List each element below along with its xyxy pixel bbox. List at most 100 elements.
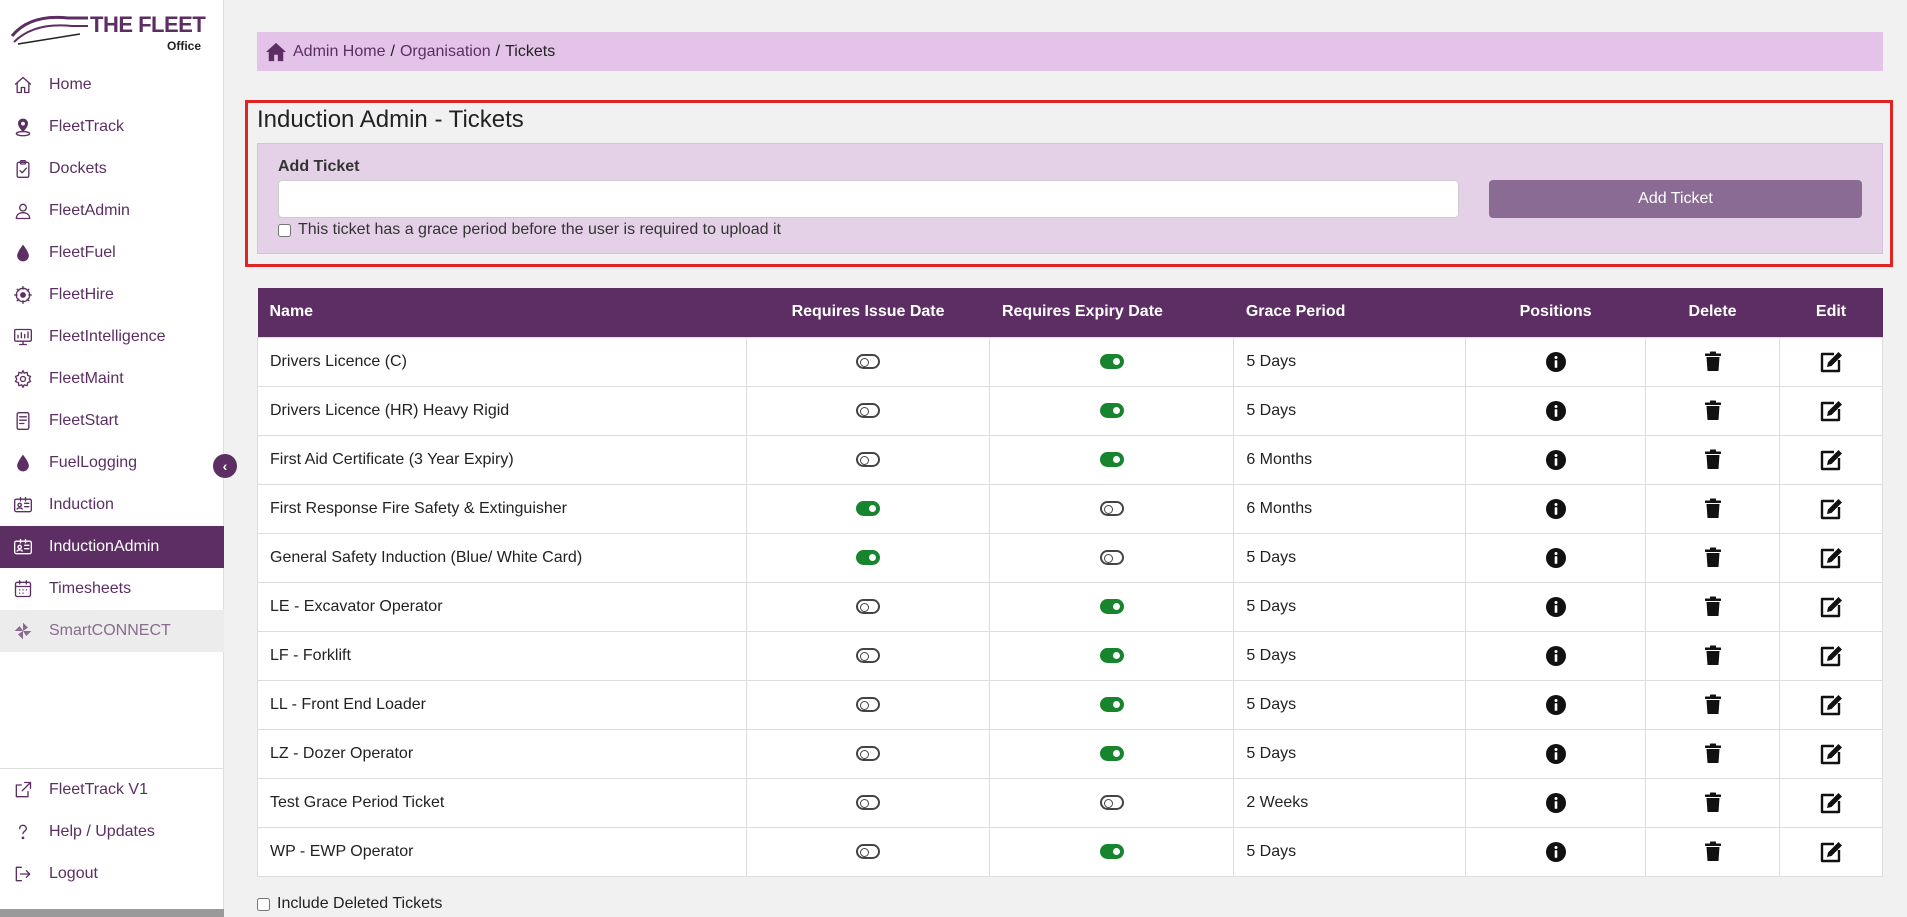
sidebar-item-fleetfuel[interactable]: FleetFuel xyxy=(0,232,224,274)
grace-period-checkbox[interactable] xyxy=(278,223,291,237)
info-icon[interactable] xyxy=(1544,791,1568,815)
edit-icon[interactable] xyxy=(1819,644,1843,668)
trash-icon[interactable] xyxy=(1701,840,1725,864)
requires-issue-date-toggle[interactable] xyxy=(856,402,881,418)
requires-issue-date-toggle[interactable] xyxy=(856,745,881,761)
delete-cell xyxy=(1645,385,1780,436)
info-icon[interactable] xyxy=(1544,742,1568,766)
trash-icon[interactable] xyxy=(1701,742,1725,766)
requires-expiry-date-toggle[interactable] xyxy=(1099,549,1124,565)
requires-expiry-date-toggle[interactable] xyxy=(1099,696,1124,712)
requires-expiry-date-toggle[interactable] xyxy=(1099,402,1124,418)
grace-period-option[interactable]: This ticket has a grace period before th… xyxy=(278,221,781,239)
sidebar-item-logout[interactable]: Logout xyxy=(0,853,224,895)
info-icon[interactable] xyxy=(1544,840,1568,864)
trash-icon[interactable] xyxy=(1701,350,1725,374)
logo[interactable]: THE FLEET Office xyxy=(10,6,210,53)
trash-icon[interactable] xyxy=(1701,791,1725,815)
include-deleted-option[interactable]: Include Deleted Tickets xyxy=(257,895,442,913)
sidebar-item-fuellogging[interactable]: FuelLogging xyxy=(0,442,224,484)
home-icon[interactable] xyxy=(265,41,287,63)
sidebar-item-induction[interactable]: Induction xyxy=(0,484,224,526)
sidebar-item-fleettrack[interactable]: FleetTrack xyxy=(0,106,224,148)
ticket-name: General Safety Induction (Blue/ White Ca… xyxy=(257,532,747,583)
header-requires-expiry-date[interactable]: Requires Expiry Date xyxy=(989,288,1234,337)
sidebar-item-smartconnect[interactable]: SmartCONNECT xyxy=(0,610,224,652)
edit-icon[interactable] xyxy=(1819,742,1843,766)
header-requires-issue-date[interactable]: Requires Issue Date xyxy=(746,288,990,337)
requires-expiry-date-toggle[interactable] xyxy=(1099,745,1124,761)
requires-issue-date-toggle[interactable] xyxy=(856,451,881,467)
add-ticket-label: Add Ticket xyxy=(278,158,360,175)
sidebar-item-help-updates[interactable]: Help / Updates xyxy=(0,811,224,853)
info-icon[interactable] xyxy=(1544,497,1568,521)
info-icon[interactable] xyxy=(1544,350,1568,374)
sidebar-item-home[interactable]: Home xyxy=(0,64,224,106)
trash-icon[interactable] xyxy=(1701,546,1725,570)
requires-expiry-date-toggle[interactable] xyxy=(1099,647,1124,663)
trash-icon[interactable] xyxy=(1701,644,1725,668)
requires-issue-date-cell xyxy=(745,385,991,436)
requires-issue-date-toggle[interactable] xyxy=(856,500,881,516)
edit-icon[interactable] xyxy=(1819,791,1843,815)
ticket-name: WP - EWP Operator xyxy=(257,826,747,877)
sidebar-item-fleettrack-v1[interactable]: FleetTrack V1 xyxy=(0,769,224,811)
edit-cell xyxy=(1779,581,1883,632)
breadcrumb-separator: / xyxy=(390,42,395,60)
requires-expiry-date-toggle[interactable] xyxy=(1099,500,1124,516)
sidebar-item-fleetintelligence[interactable]: FleetIntelligence xyxy=(0,316,224,358)
ticket-name-input[interactable] xyxy=(278,180,1459,218)
sidebar-item-inductionadmin[interactable]: InductionAdmin xyxy=(0,526,224,568)
requires-issue-date-toggle[interactable] xyxy=(856,647,881,663)
header-grace-period[interactable]: Grace Period xyxy=(1233,288,1466,337)
info-icon[interactable] xyxy=(1544,546,1568,570)
collapse-sidebar-button[interactable]: ‹ xyxy=(213,454,237,478)
sidebar-item-dockets[interactable]: Dockets xyxy=(0,148,224,190)
requires-expiry-date-toggle[interactable] xyxy=(1099,598,1124,614)
requires-expiry-date-cell xyxy=(989,434,1235,485)
header-positions: Positions xyxy=(1465,288,1646,337)
edit-icon[interactable] xyxy=(1819,497,1843,521)
sidebar-item-fleethire[interactable]: FleetHire xyxy=(0,274,224,316)
info-icon[interactable] xyxy=(1544,448,1568,472)
requires-issue-date-toggle[interactable] xyxy=(856,843,881,859)
sidebar-item-fleetstart[interactable]: FleetStart xyxy=(0,400,224,442)
requires-expiry-date-toggle[interactable] xyxy=(1099,794,1124,810)
trash-icon[interactable] xyxy=(1701,595,1725,619)
grace-period-value: 5 Days xyxy=(1233,679,1467,730)
requires-issue-date-toggle[interactable] xyxy=(856,794,881,810)
grace-period-value: 5 Days xyxy=(1233,581,1467,632)
requires-expiry-date-cell xyxy=(989,336,1235,387)
requires-expiry-date-toggle[interactable] xyxy=(1099,353,1124,369)
edit-icon[interactable] xyxy=(1819,693,1843,717)
edit-icon[interactable] xyxy=(1819,840,1843,864)
sidebar-item-fleetadmin[interactable]: FleetAdmin xyxy=(0,190,224,232)
edit-icon[interactable] xyxy=(1819,399,1843,423)
requires-issue-date-toggle[interactable] xyxy=(856,598,881,614)
edit-icon[interactable] xyxy=(1819,546,1843,570)
edit-icon[interactable] xyxy=(1819,595,1843,619)
sidebar-scrollbar[interactable] xyxy=(0,909,224,917)
info-icon[interactable] xyxy=(1544,399,1568,423)
requires-issue-date-toggle[interactable] xyxy=(856,696,881,712)
header-name[interactable]: Name xyxy=(257,288,747,337)
info-icon[interactable] xyxy=(1544,693,1568,717)
requires-issue-date-toggle[interactable] xyxy=(856,549,881,565)
trash-icon[interactable] xyxy=(1701,693,1725,717)
requires-issue-date-toggle[interactable] xyxy=(856,353,881,369)
requires-expiry-date-toggle[interactable] xyxy=(1099,451,1124,467)
trash-icon[interactable] xyxy=(1701,399,1725,423)
add-ticket-button[interactable]: Add Ticket xyxy=(1489,180,1862,218)
edit-icon[interactable] xyxy=(1819,448,1843,472)
breadcrumb-organisation[interactable]: Organisation xyxy=(400,43,491,61)
sidebar-item-fleetmaint[interactable]: FleetMaint xyxy=(0,358,224,400)
info-icon[interactable] xyxy=(1544,595,1568,619)
include-deleted-checkbox[interactable] xyxy=(257,897,270,911)
sidebar-item-timesheets[interactable]: Timesheets xyxy=(0,568,224,610)
trash-icon[interactable] xyxy=(1701,497,1725,521)
breadcrumb-admin-home[interactable]: Admin Home xyxy=(293,43,385,61)
trash-icon[interactable] xyxy=(1701,448,1725,472)
edit-icon[interactable] xyxy=(1819,350,1843,374)
info-icon[interactable] xyxy=(1544,644,1568,668)
requires-expiry-date-toggle[interactable] xyxy=(1099,843,1124,859)
